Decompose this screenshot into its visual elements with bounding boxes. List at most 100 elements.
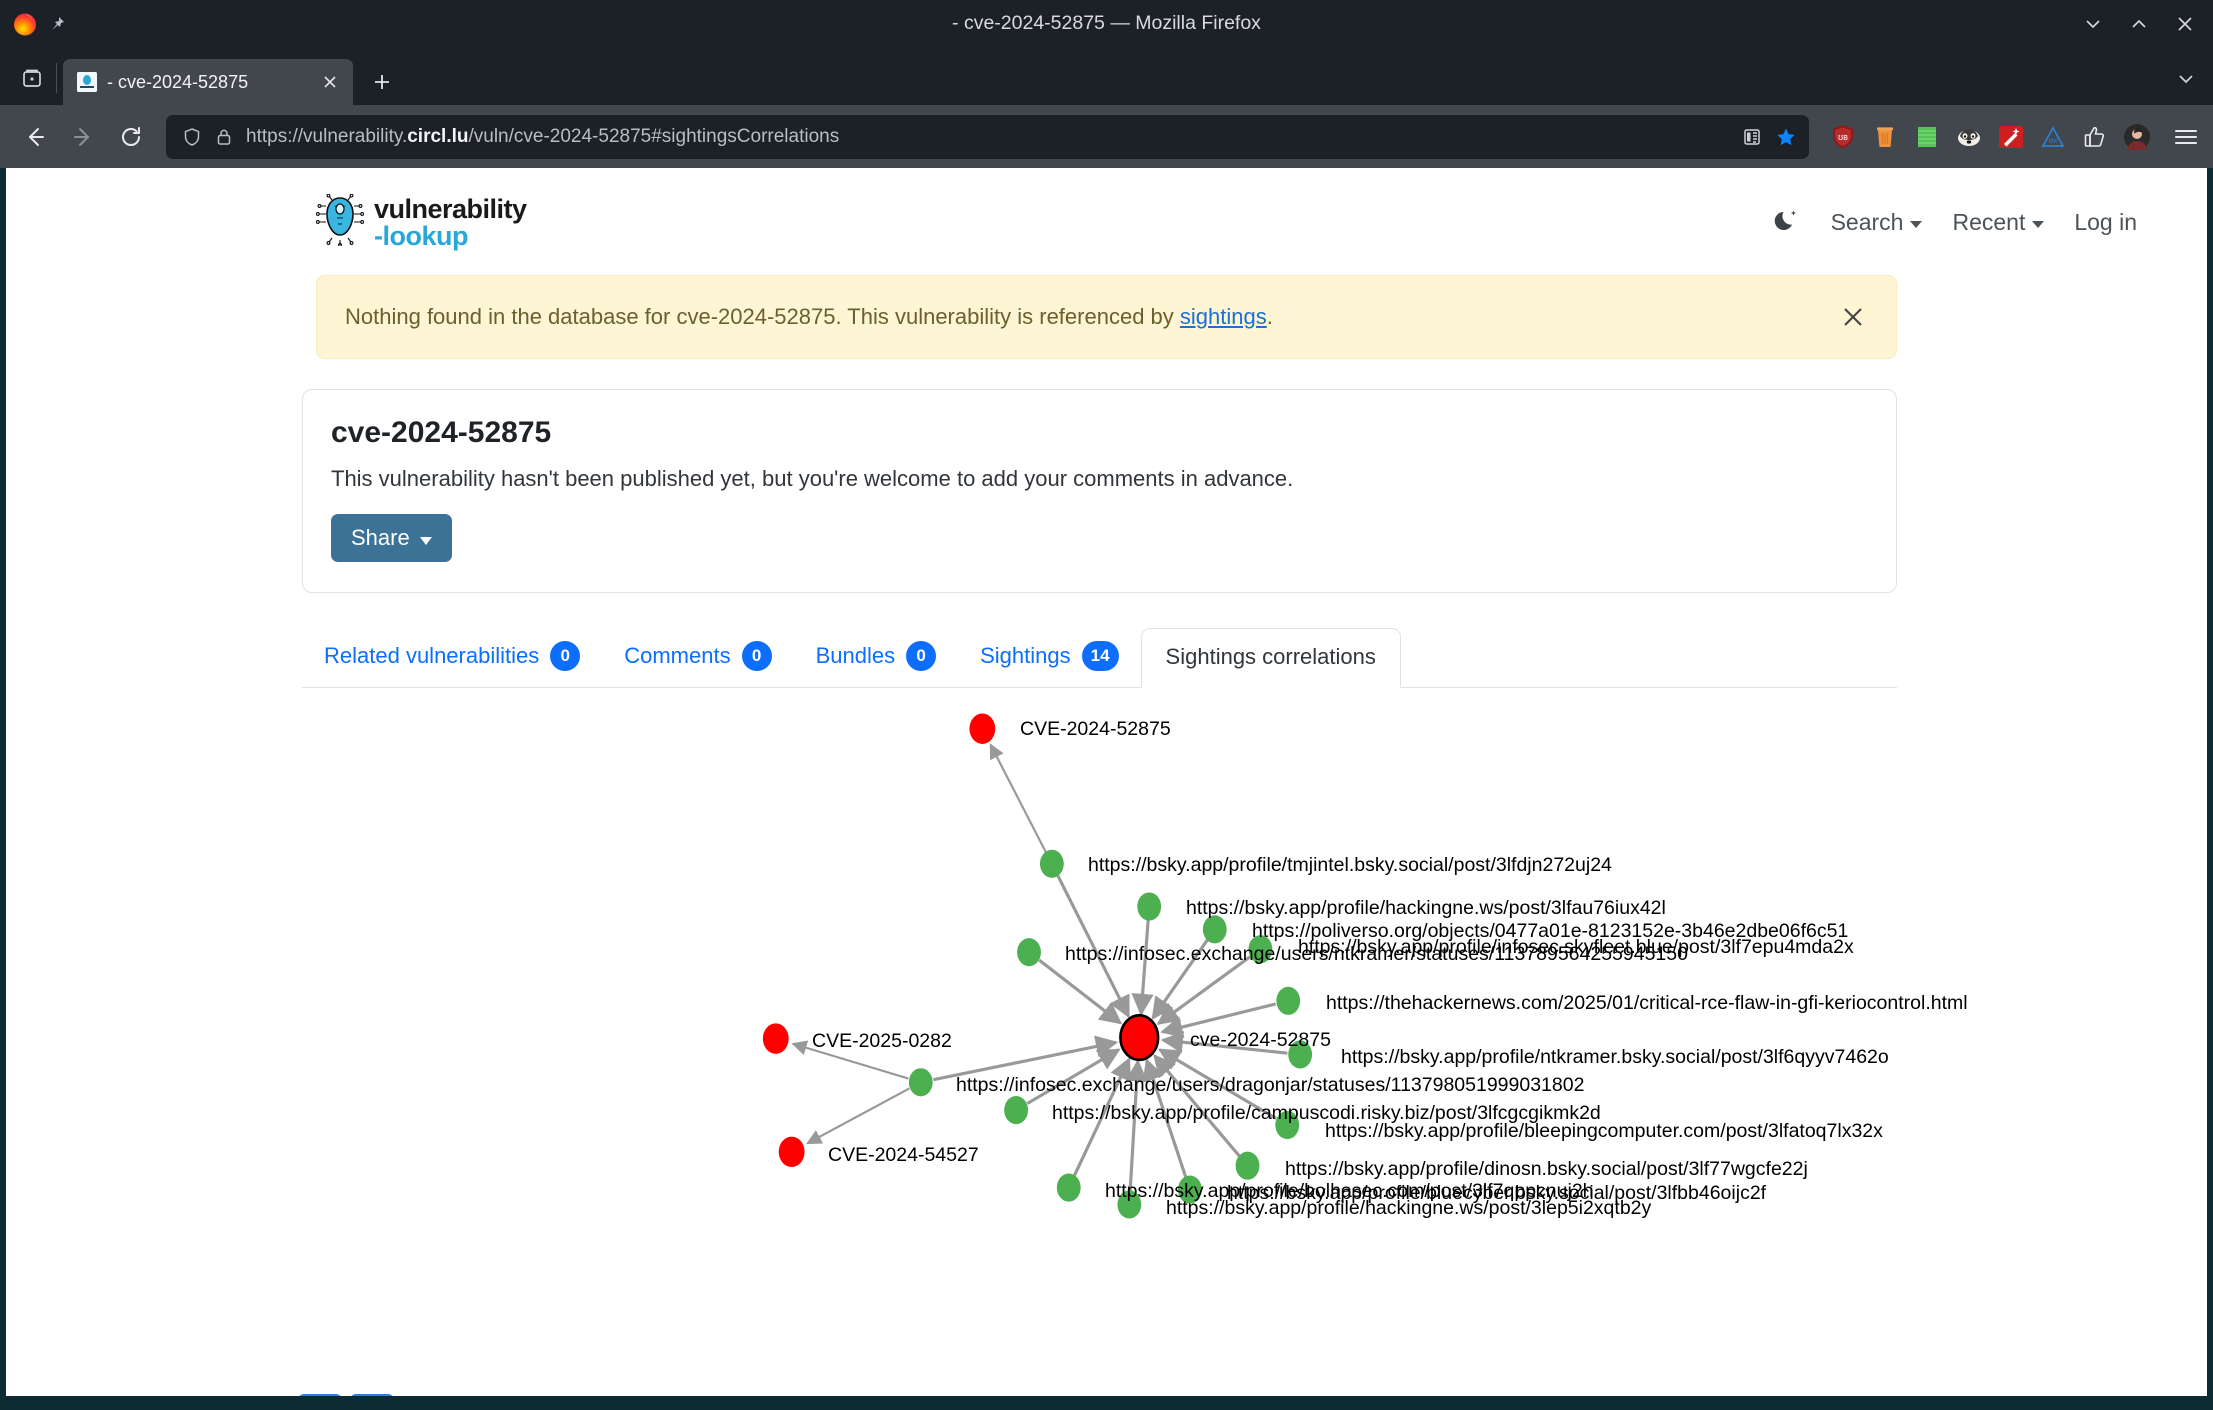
sightings-correlations-graph[interactable]: CVE-2024-52875 CVE-2025-0282 CVE-2024-5452… [302,688,1968,1410]
bookmark-star-icon[interactable] [1775,126,1797,148]
tab-sightings-correlations[interactable]: Sightings correlations [1140,628,1401,688]
green-notes-icon[interactable] [1913,123,1941,151]
nav-item-label: Search [1830,209,1904,235]
maximize-icon[interactable] [2129,14,2149,34]
nav-item-search[interactable]: Search [1831,209,1923,236]
tab-label: Related vulnerabilities [324,643,540,668]
graph-edge [1038,958,1123,1025]
site-brand[interactable]: vulnerability -lookup [315,193,527,251]
graph-node-label: CVE-2025-0282 [812,1030,952,1052]
tab-count-badge: 0 [550,641,581,671]
ublock-origin-icon[interactable]: ʊв [1829,123,1857,151]
tab-comments[interactable]: Comments 0 [602,627,793,687]
graph-node-vulnerability[interactable] [762,1023,789,1054]
graph-node-label: https://bsky.app/profile/tmjintel.bsky.s… [1088,854,1612,876]
close-icon[interactable] [319,71,341,93]
graph-node-label: https://infosec.exchange/users/dragonjar… [956,1074,1585,1096]
brand-line-1: vulnerability [374,193,527,224]
brand-line-2: -lookup [374,220,468,251]
nav-item-label: Recent [1952,209,2026,235]
graph-node-label: https://bsky.app/profile/hackingne.ws/po… [1186,897,1666,919]
graph-node-label: https://bsky.app/profile/dinosn.bsky.soc… [1285,1158,1808,1180]
graph-node-sighting[interactable] [1004,1096,1029,1125]
tab-strip: - cve-2024-52875 [0,47,2213,105]
nav-item-login[interactable]: Log in [2074,209,2137,236]
graph-node-vulnerability[interactable] [778,1136,805,1168]
tab-favicon-icon [77,72,97,92]
graph-node-label: CVE-2024-54527 [828,1144,979,1166]
page-viewport: vulnerability -lookup Search Recent Log … [0,168,2213,1410]
graph-node-vulnerability[interactable] [969,713,996,744]
graph-node-sighting[interactable] [1056,1173,1081,1202]
graph-node-sighting[interactable] [1235,1151,1260,1180]
browser-window: - cve-2024-52875 — Mozilla Firefox - cve… [0,0,2213,1410]
graph-edge [806,1087,910,1145]
browser-tab[interactable]: - cve-2024-52875 [63,59,353,105]
chevron-down-icon [1910,221,1923,228]
nav-item-recent[interactable]: Recent [1952,209,2045,236]
navigation-toolbar: https://vulnerability.circl.lu/vuln/cve-… [0,105,2213,168]
tab-sightings[interactable]: Sightings 14 [958,627,1140,687]
minimize-icon[interactable] [2083,14,2103,34]
tab-related-vulnerabilities[interactable]: Related vulnerabilities 0 [302,627,602,687]
graph-node-label: https://bsky.app/profile/bleepingcompute… [1325,1120,1883,1142]
firefox-view-icon[interactable] [10,56,54,100]
account-avatar-icon[interactable] [2123,123,2151,151]
trash-icon[interactable] [1871,123,1899,151]
alert-banner: Nothing found in the database for cve-20… [316,275,1897,359]
forward-icon[interactable] [60,114,106,160]
hamburger-menu-icon[interactable] [2171,122,2201,152]
reader-mode-icon[interactable] [1741,126,1763,148]
graph-node-label: cve-2024-52875 [1190,1029,1331,1051]
moon-icon[interactable] [1773,206,1801,240]
close-icon[interactable] [1838,302,1868,332]
graph-edge [989,743,1047,853]
svg-text:αx: αx [2049,136,2058,145]
tab-label: Sightings correlations [1165,644,1376,669]
tab-label: Sightings [980,643,1071,668]
lock-icon[interactable] [214,127,234,147]
graph-node-sighting[interactable] [908,1068,933,1097]
graph-node-vulnerability[interactable] [1119,1014,1160,1062]
graph-node-sighting[interactable] [1137,892,1162,921]
back-icon[interactable] [12,114,58,160]
tab-bundles[interactable]: Bundles 0 [794,627,959,687]
close-icon[interactable] [2175,14,2195,34]
graph-node-label: https://thehackernews.com/2025/01/critic… [1326,992,1968,1014]
url-bar[interactable]: https://vulnerability.circl.lu/vuln/cve-… [166,114,1809,159]
site-header: vulnerability -lookup Search Recent Log … [6,168,2207,257]
triangle-alpha-icon[interactable]: αx [2039,123,2067,151]
tab-label: Comments [624,643,731,668]
graph-node-sighting[interactable] [1017,938,1041,967]
extensions-toolbar: ʊв αx [1821,122,2201,152]
chevron-down-icon [2032,221,2045,228]
tab-separator [56,63,57,93]
privacy-badger-icon[interactable] [1955,123,1983,151]
graph-node-label: https://bsky.app/profile/ntkramer.bsky.s… [1341,1046,1889,1068]
shield-icon[interactable] [182,127,202,147]
graph-node-label: https://bsky.app/profile/hackingne.ws/po… [1166,1197,1652,1219]
graph-node-label: CVE-2024-52875 [1020,718,1171,740]
vulnerability-lookup-logo-icon [315,193,365,251]
nav-item-label: Log in [2074,209,2137,235]
graph-node-sighting[interactable] [1276,986,1301,1015]
window-title: - cve-2024-52875 — Mozilla Firefox [952,12,1261,34]
magic-wand-icon[interactable] [1997,123,2025,151]
graph-node-sighting[interactable] [1039,849,1064,878]
tab-count-badge: 0 [741,641,772,671]
pin-icon[interactable] [48,15,66,33]
tab-count-badge: 0 [906,641,937,671]
svg-text:ʊв: ʊв [1838,132,1848,142]
thumbs-up-icon[interactable] [2081,123,2109,151]
share-button[interactable]: Share [331,514,452,562]
url-text: https://vulnerability.circl.lu/vuln/cve-… [246,125,840,147]
content-tabs: Related vulnerabilities 0 Comments 0 Bun… [302,627,1897,688]
graph-node-label: https://bsky.app/profile/infosec.skyflee… [1298,936,1854,958]
new-tab-button[interactable] [363,63,401,101]
brand-wordmark: vulnerability -lookup [374,193,527,251]
tab-label: Bundles [815,643,896,668]
vulnerability-description: This vulnerability hasn't been published… [331,466,1294,491]
sightings-link[interactable]: sightings [1180,304,1267,329]
tab-list-dropdown-button[interactable] [2175,68,2213,95]
reload-icon[interactable] [108,114,154,160]
